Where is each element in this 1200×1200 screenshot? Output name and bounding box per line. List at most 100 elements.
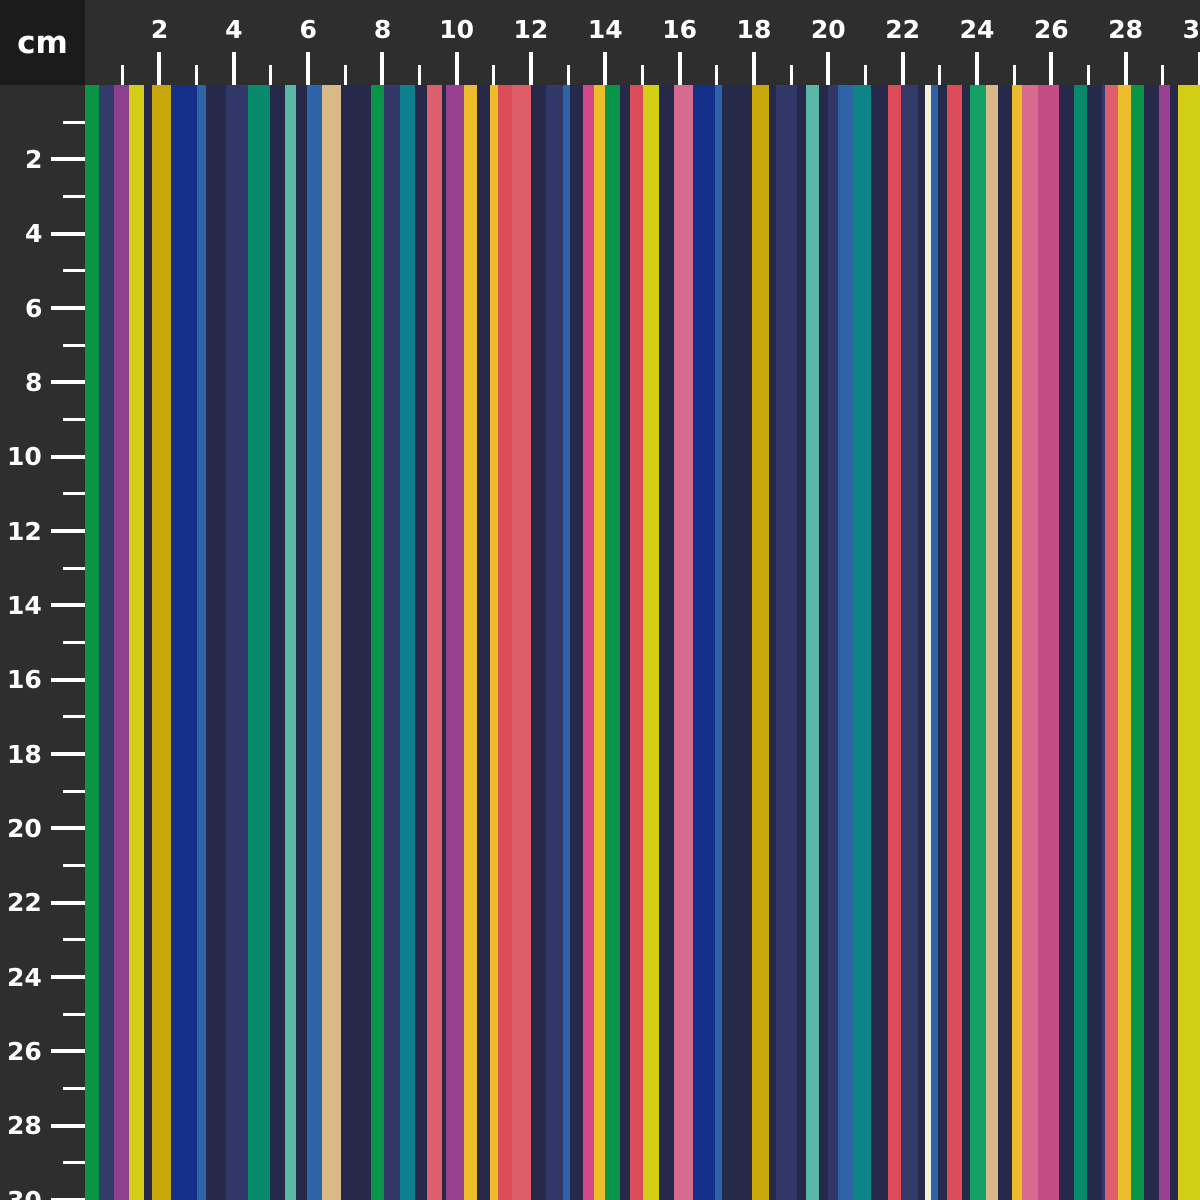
ruler-label-top: 4	[225, 15, 243, 44]
ruler-major-tick	[51, 306, 85, 311]
ruler-major-tick	[51, 900, 85, 905]
ruler-minor-tick	[63, 789, 85, 793]
stripe	[205, 85, 227, 1200]
stripe	[997, 85, 1013, 1200]
ruler-minor-tick	[63, 566, 85, 570]
stripe	[852, 85, 872, 1200]
stripe	[1086, 85, 1103, 1200]
ruler-major-tick	[306, 52, 311, 85]
ruler-label-top: 2	[150, 15, 169, 44]
unit-label: cm	[0, 0, 85, 85]
ruler-minor-tick	[1161, 65, 1165, 85]
stripe	[583, 85, 595, 1200]
ruler-minor-tick	[492, 65, 496, 85]
ruler-minor-tick	[63, 641, 85, 645]
stripe	[887, 85, 902, 1200]
ruler-major-tick	[51, 826, 85, 831]
stripe	[642, 85, 660, 1200]
ruler-label-top: 20	[810, 15, 846, 44]
ruler-label-top: 18	[736, 15, 772, 44]
ruler-major-tick	[51, 975, 85, 980]
ruler-minor-tick	[63, 269, 85, 273]
ruler-minor-tick	[63, 195, 85, 198]
ruler-major-tick	[51, 1123, 85, 1128]
stripe	[947, 85, 963, 1200]
stripe	[296, 85, 308, 1200]
ruler-major-tick	[51, 231, 85, 236]
horizontal-ruler: 24681012141618202224262830	[85, 0, 1200, 85]
ruler-minor-tick	[418, 65, 422, 85]
ruler-minor-tick	[566, 65, 570, 85]
stripe	[969, 85, 987, 1200]
stripe	[629, 85, 644, 1200]
ruler-minor-tick	[63, 864, 85, 868]
ruler-label-top: 12	[513, 15, 549, 44]
stripe	[722, 85, 753, 1200]
stripe	[512, 85, 532, 1200]
ruler-minor-tick	[641, 65, 645, 85]
stripe	[871, 85, 889, 1200]
ruler-minor-tick	[63, 418, 85, 422]
ruler-minor-tick	[864, 65, 868, 85]
ruler-label-top: 8	[373, 15, 392, 44]
ruler-minor-tick	[343, 65, 347, 85]
stripe	[497, 85, 514, 1200]
stripe	[1144, 85, 1160, 1200]
ruler-major-tick	[677, 52, 682, 85]
stripe	[400, 85, 416, 1200]
ruler-label-left: 6	[25, 293, 43, 323]
stripe	[674, 85, 694, 1200]
stripe	[270, 85, 286, 1200]
stripe	[477, 85, 491, 1200]
ruler-major-tick	[380, 52, 385, 85]
ruler-major-tick	[900, 52, 905, 85]
ruler-minor-tick	[63, 343, 85, 347]
stripe	[531, 85, 547, 1200]
stripe	[692, 85, 716, 1200]
ruler-label-left: 12	[7, 516, 42, 546]
ruler-major-tick	[231, 52, 236, 85]
ruler-major-tick	[454, 52, 459, 85]
stripe	[322, 85, 343, 1200]
ruler-label-left: 20	[7, 813, 42, 843]
ruler-major-tick	[51, 752, 85, 757]
ruler-minor-tick	[1012, 65, 1016, 85]
ruler-major-tick	[752, 52, 757, 85]
stripe	[464, 85, 478, 1200]
ruler-label-left: 22	[7, 888, 42, 918]
ruler-label-top: 22	[885, 15, 921, 44]
ruler-label-left: 8	[25, 367, 43, 397]
ruler-label-left: 30	[7, 1188, 42, 1200]
stripe	[151, 85, 172, 1200]
stripe	[1058, 85, 1075, 1200]
stripe	[247, 85, 271, 1200]
ruler-minor-tick	[63, 938, 85, 942]
stripe	[384, 85, 401, 1200]
stripe	[605, 85, 621, 1200]
stripe	[341, 85, 372, 1200]
ruler-major-tick	[157, 52, 162, 85]
stripe	[284, 85, 297, 1200]
stripe	[659, 85, 675, 1200]
ruler-minor-tick	[1087, 65, 1091, 85]
ruler-label-left: 28	[7, 1111, 42, 1141]
ruler-minor-tick	[63, 715, 85, 719]
ruler-label-top: 28	[1108, 15, 1144, 44]
stripe	[1105, 85, 1119, 1200]
ruler-major-tick	[51, 603, 85, 608]
stripe	[171, 85, 198, 1200]
ruler-major-tick	[51, 1049, 85, 1054]
ruler-major-tick	[826, 52, 831, 85]
vertical-ruler: 24681012141618202224262830	[0, 85, 85, 1200]
ruler-major-tick	[51, 454, 85, 459]
ruler-minor-tick	[63, 1161, 85, 1165]
stripe	[307, 85, 323, 1200]
stripe	[99, 85, 115, 1200]
stripe	[900, 85, 919, 1200]
ruler-minor-tick	[120, 65, 124, 85]
stripe	[1177, 85, 1200, 1200]
ruler-minor-tick	[269, 65, 273, 85]
stripe	[1073, 85, 1088, 1200]
ruler-label-left: 10	[7, 442, 42, 472]
stripe	[1131, 85, 1145, 1200]
